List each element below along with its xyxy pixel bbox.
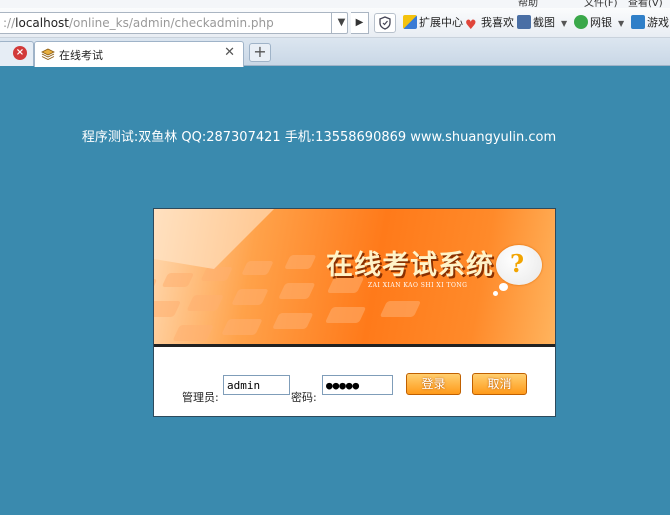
toolbar-bank[interactable]: 网银 ▼: [574, 15, 624, 31]
password-label: 密码:: [291, 391, 317, 404]
game-icon: [631, 15, 645, 29]
password-input[interactable]: [322, 375, 393, 395]
toolbar-screenshot[interactable]: 截图 ▼: [517, 15, 567, 31]
toolbar-extensions[interactable]: 扩展中心: [403, 15, 463, 31]
browser-toolbar: ://localhost/online_ks/admin/checkadmin.…: [0, 8, 670, 38]
address-bar[interactable]: ://localhost/online_ks/admin/checkadmin.…: [0, 12, 348, 34]
toolbar-favorites-label: 我喜欢: [481, 16, 514, 29]
extensions-icon: [403, 15, 417, 29]
developer-info: 程序测试:双鱼林 QQ:287307421 手机:13558690869 www…: [81, 130, 557, 145]
banner-title: 在线考试系统: [326, 250, 494, 281]
login-form: 管理员: 密码: 登录 取消: [154, 347, 555, 416]
new-tab-button[interactable]: +: [249, 43, 271, 62]
url-path: /online_ks/admin/checkadmin.php: [69, 16, 274, 30]
close-icon[interactable]: ×: [13, 46, 27, 60]
page-favicon-icon: [41, 47, 55, 61]
username-label: 管理员:: [182, 391, 219, 404]
toolbar-games[interactable]: 游戏: [631, 15, 669, 31]
toolbar-games-label: 游戏: [647, 16, 669, 29]
toolbar-extensions-label: 扩展中心: [419, 16, 463, 29]
url-host: localhost: [15, 16, 70, 30]
exam-banner: 在线考试系统 ZAI XIAN KAO SHI XI TONG ?: [154, 209, 555, 345]
tab-label: 在线考试: [59, 49, 103, 62]
bubble-dot: [493, 291, 498, 296]
security-shield-icon[interactable]: [374, 13, 396, 33]
login-button[interactable]: 登录: [406, 373, 461, 395]
banner-pinyin: ZAI XIAN KAO SHI XI TONG: [368, 282, 468, 289]
screenshot-icon: [517, 15, 531, 29]
tab-close-icon[interactable]: ✕: [224, 45, 235, 60]
question-mark: ?: [510, 249, 525, 278]
tab-bar: × 在线考试 ✕ +: [0, 38, 670, 67]
username-input[interactable]: [223, 375, 290, 395]
tab-active[interactable]: 在线考试 ✕: [34, 41, 244, 67]
bubble-dot: [499, 283, 508, 291]
url-prefix: ://: [3, 16, 16, 30]
toolbar-favorites[interactable]: ♥ 我喜欢: [465, 15, 514, 33]
cancel-button[interactable]: 取消: [472, 373, 527, 395]
address-dropdown-icon[interactable]: ▼: [331, 12, 351, 34]
login-panel: 在线考试系统 ZAI XIAN KAO SHI XI TONG ? 管理员: 密…: [153, 208, 556, 417]
toolbar-bank-label: 网银: [590, 16, 612, 29]
tab-previous[interactable]: ×: [0, 41, 34, 66]
go-icon[interactable]: ▶: [351, 12, 369, 34]
chevron-down-icon[interactable]: ▼: [618, 19, 624, 28]
toolbar-screenshot-label: 截图: [533, 16, 555, 29]
chevron-down-icon[interactable]: ▼: [561, 19, 567, 28]
heart-icon: ♥: [465, 18, 477, 33]
menu-bar: 帮助 文件(F) 查看(V): [0, 0, 670, 9]
bank-icon: [574, 15, 588, 29]
